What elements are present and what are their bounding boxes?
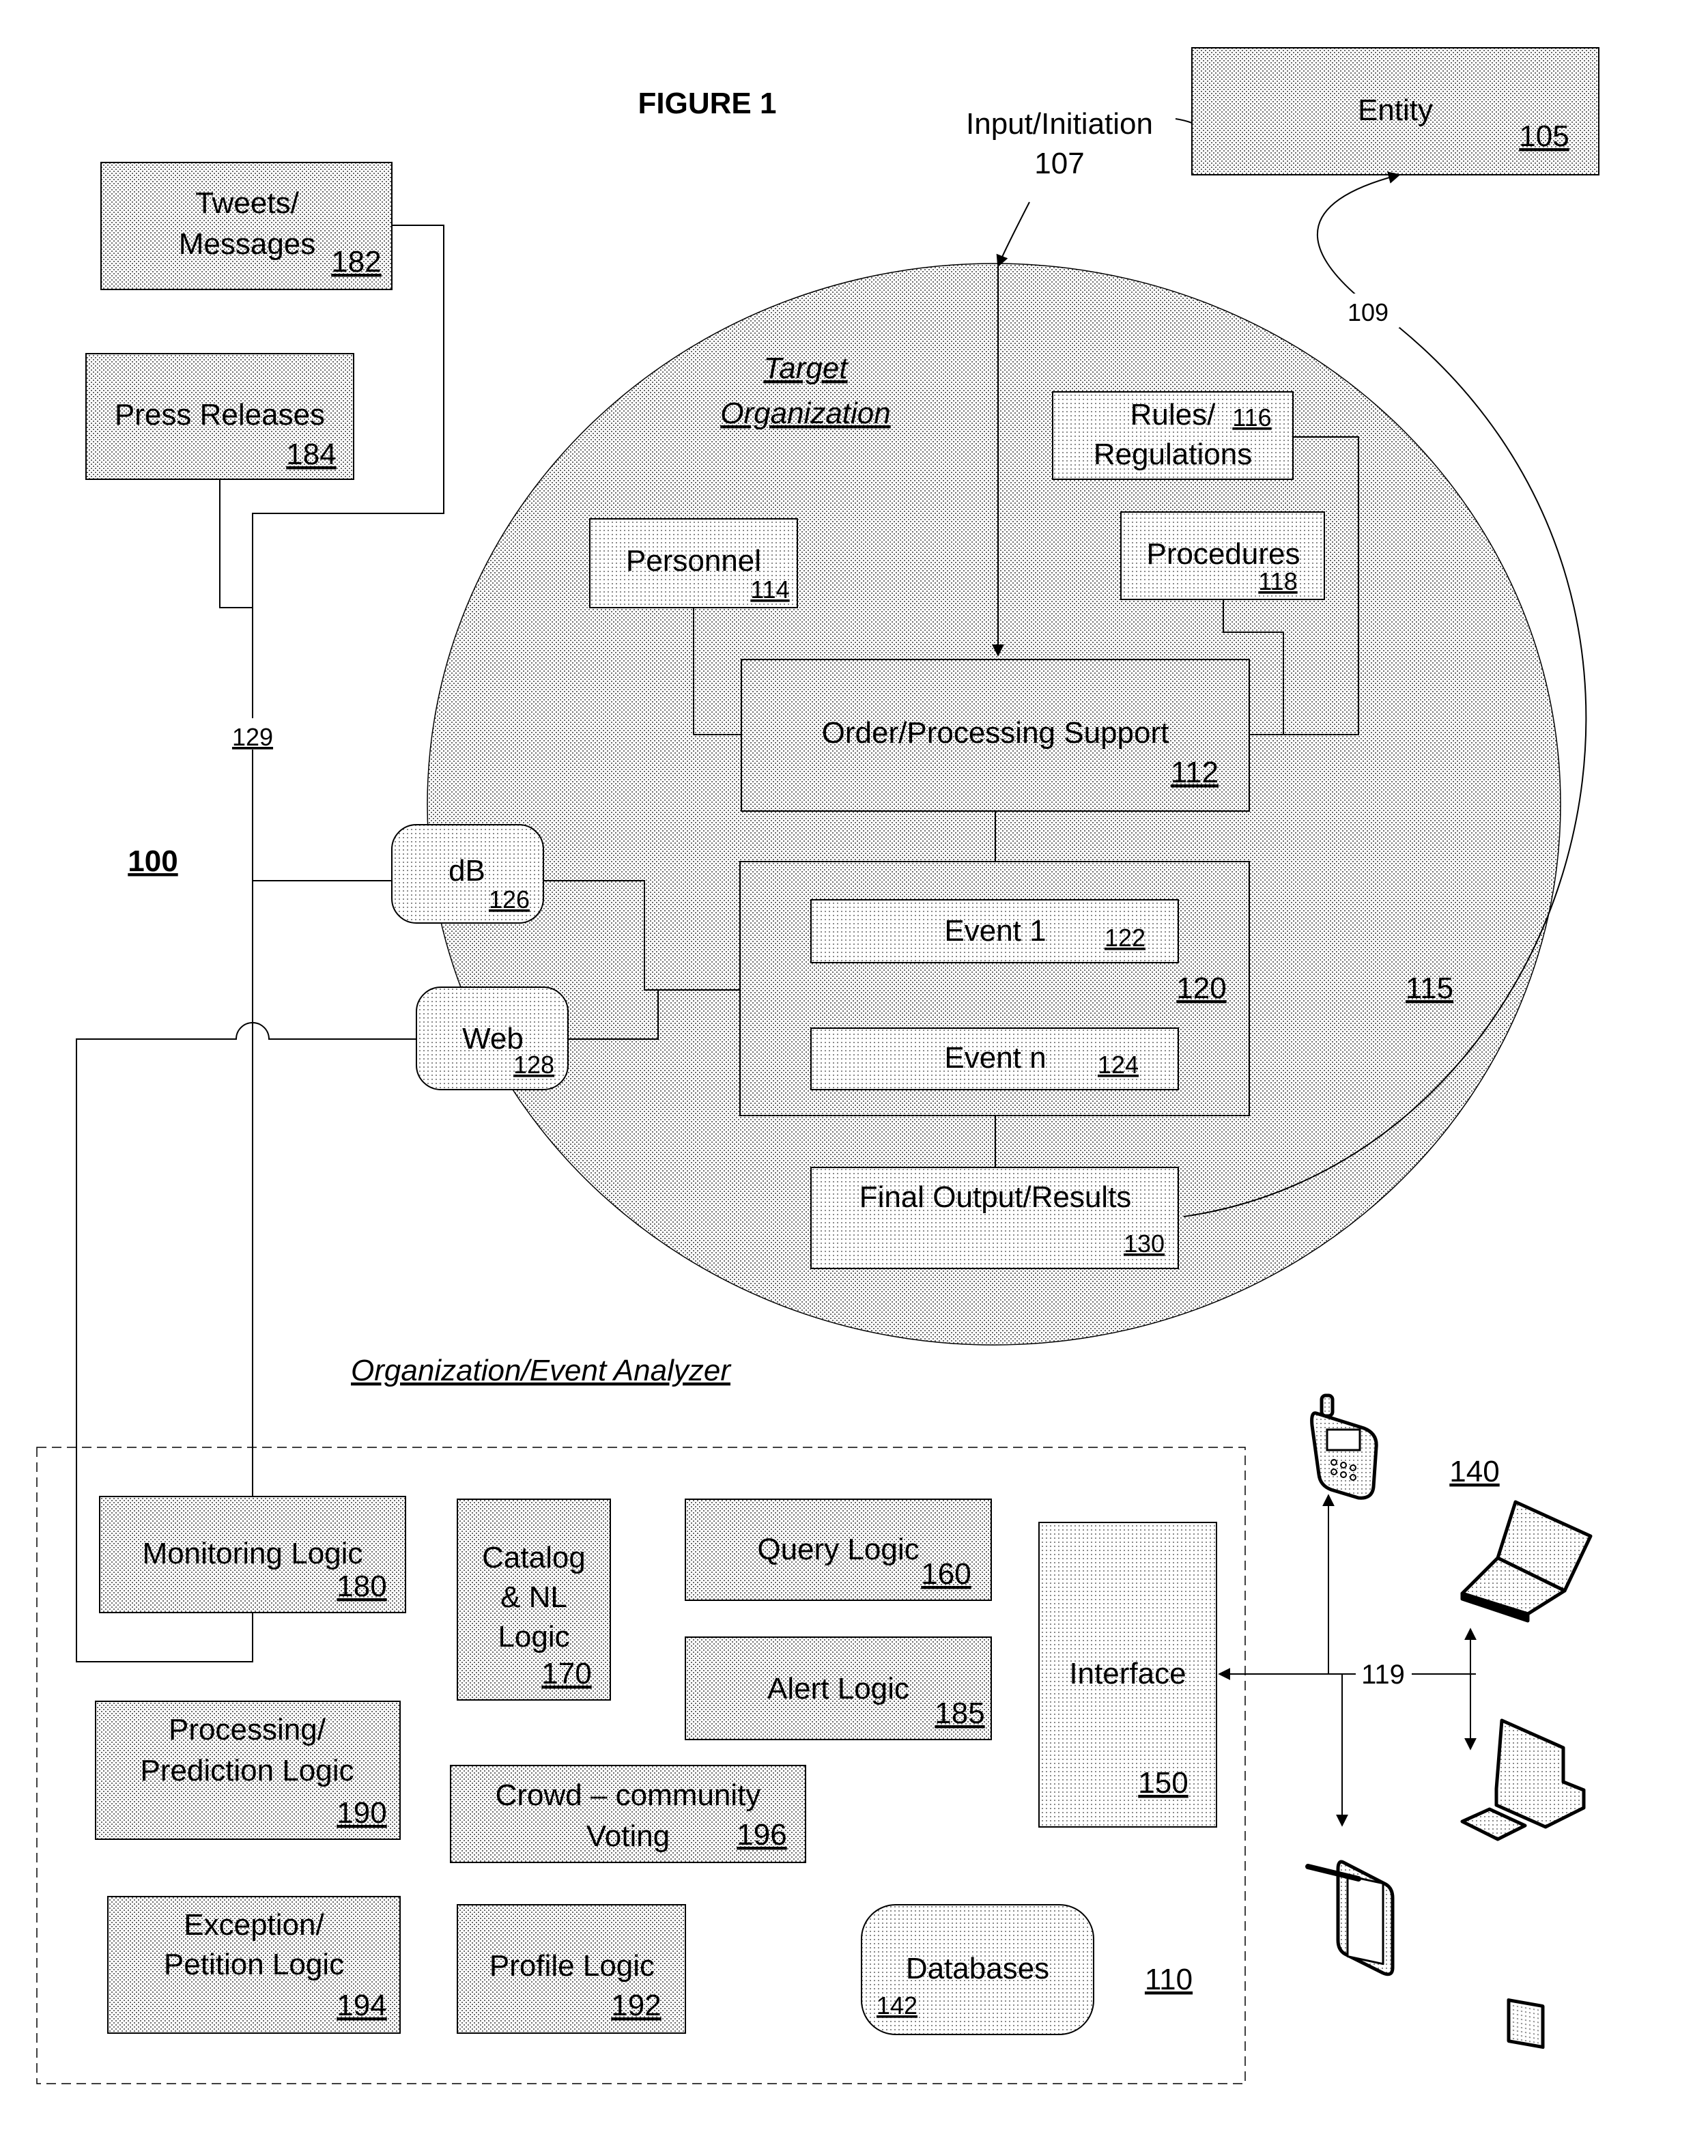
exception-petition-box[interactable]: Exception/ Petition Logic 194 — [107, 1896, 401, 2034]
press-connector — [219, 479, 253, 608]
databases-ref: 142 — [877, 1991, 917, 2019]
catalog-nl-logic-box[interactable]: Catalog & NL Logic 170 — [457, 1499, 611, 1701]
analyzer-ref: 110 — [1145, 1963, 1193, 1996]
system-ref-100: 100 — [128, 845, 177, 878]
processing-prediction-box[interactable]: Processing/ Prediction Logic 190 — [95, 1701, 401, 1840]
analyzer-title: Organization/Event Analyzer — [351, 1354, 732, 1387]
processing-line-1: Processing/ — [169, 1713, 326, 1746]
laptop-icon[interactable] — [1460, 1500, 1593, 1623]
target-org-title-1: Target — [763, 352, 849, 385]
patent-figure: FIGURE 1 Entity 105 Input/Initiation 107… — [36, 47, 1599, 2084]
entity-box[interactable]: Entity 105 — [1191, 47, 1599, 175]
figure-title: FIGURE 1 — [638, 87, 777, 120]
tweets-messages-box[interactable]: Tweets/ Messages 182 — [100, 162, 393, 290]
entity-ref: 105 — [1519, 119, 1569, 153]
feedback-ref: 109 — [1348, 298, 1389, 326]
web-box[interactable]: Web 128 — [416, 987, 569, 1090]
event-n-label: Event n — [944, 1041, 1046, 1075]
crowd-line-1: Crowd – community — [496, 1778, 761, 1812]
catalog-ref: 170 — [541, 1657, 591, 1690]
input-initiation-label: Input/Initiation — [966, 107, 1153, 141]
bus-ref-129: 129 — [232, 723, 273, 751]
network-ref-119: 119 — [1361, 1660, 1405, 1690]
monitoring-label: Monitoring Logic — [143, 1537, 363, 1570]
tablet-icon[interactable] — [1305, 1860, 1395, 1976]
rules-regulations-box[interactable]: Rules/ 116 Regulations — [1052, 391, 1294, 480]
catalog-line-3: Logic — [498, 1620, 569, 1654]
event-1-box[interactable]: Event 1 122 — [810, 899, 1179, 963]
tweets-label-1: Tweets/ — [195, 186, 299, 220]
databases-box[interactable]: Databases 142 — [861, 1904, 1094, 2035]
alert-ref: 185 — [935, 1697, 984, 1730]
rules-label-1: Rules/ — [1130, 398, 1216, 431]
final-output-box[interactable]: Final Output/Results 130 — [810, 1167, 1179, 1269]
interface-box[interactable]: Interface 150 — [1038, 1522, 1217, 1828]
order-processing-ref: 112 — [1171, 756, 1219, 789]
profile-ref: 192 — [611, 1989, 661, 2022]
catalog-line-2: & NL — [500, 1580, 567, 1614]
event-1-ref: 122 — [1105, 924, 1145, 952]
event-n-box[interactable]: Event n 124 — [810, 1027, 1179, 1090]
press-releases-box[interactable]: Press Releases 184 — [85, 353, 354, 480]
press-label: Press Releases — [115, 398, 325, 431]
rules-ref: 116 — [1232, 403, 1271, 431]
db-box[interactable]: dB 126 — [391, 824, 544, 924]
final-output-label: Final Output/Results — [859, 1180, 1132, 1214]
db-ref: 126 — [489, 885, 530, 913]
monitoring-ref: 180 — [337, 1570, 386, 1603]
event-1-label: Event 1 — [944, 914, 1046, 948]
alert-logic-box[interactable]: Alert Logic 185 — [685, 1636, 992, 1740]
query-ref: 160 — [921, 1557, 971, 1591]
procedures-label: Procedures — [1146, 537, 1300, 571]
catalog-line-1: Catalog — [482, 1541, 586, 1574]
final-output-ref: 130 — [1124, 1230, 1165, 1258]
input-arrow — [996, 201, 1030, 268]
input-initiation-ref: 107 — [1034, 147, 1084, 180]
tweets-label-2: Messages — [179, 227, 316, 261]
tweets-ref: 182 — [331, 245, 381, 279]
press-ref: 184 — [286, 438, 336, 471]
devices-ref-140: 140 — [1449, 1455, 1499, 1488]
order-processing-label: Order/Processing Support — [822, 716, 1169, 750]
personnel-ref: 114 — [750, 576, 789, 604]
crowd-ref: 196 — [737, 1818, 786, 1852]
interface-label: Interface — [1069, 1657, 1186, 1690]
rules-label-2: Regulations — [1094, 438, 1252, 471]
exception-line-1: Exception/ — [184, 1908, 324, 1942]
events-group-ref: 120 — [1176, 971, 1226, 1005]
procedures-box[interactable]: Procedures 118 — [1120, 511, 1325, 600]
mobile-phone-icon[interactable] — [1310, 1393, 1378, 1500]
query-logic-box[interactable]: Query Logic 160 — [685, 1499, 992, 1601]
profile-logic-box[interactable]: Profile Logic 192 — [457, 1904, 686, 2034]
databases-label: Databases — [906, 1952, 1049, 1985]
procedures-ref: 118 — [1258, 567, 1297, 595]
crowd-voting-box[interactable]: Crowd – community Voting 196 — [450, 1765, 806, 1863]
exception-ref: 194 — [337, 1989, 386, 2022]
order-processing-box[interactable]: Order/Processing Support 112 — [741, 659, 1250, 812]
query-label: Query Logic — [757, 1533, 919, 1566]
personnel-label: Personnel — [626, 544, 761, 578]
crowd-line-2: Voting — [586, 1819, 670, 1853]
web-ref: 128 — [513, 1051, 554, 1079]
interface-ref: 150 — [1138, 1766, 1188, 1800]
entity-label: Entity — [1358, 94, 1433, 127]
event-n-ref: 124 — [1098, 1051, 1139, 1079]
target-org-title-2: Organization — [720, 397, 890, 430]
processing-ref: 190 — [337, 1796, 386, 1830]
alert-label: Alert Logic — [767, 1672, 909, 1705]
processing-line-2: Prediction Logic — [140, 1754, 354, 1787]
input-leader-line — [1175, 118, 1193, 124]
personnel-box[interactable]: Personnel 114 — [589, 518, 798, 608]
exception-line-2: Petition Logic — [164, 1948, 344, 1981]
desktop-computer-icon[interactable] — [1460, 1718, 1586, 2049]
target-org-ref: 115 — [1406, 971, 1453, 1005]
monitoring-logic-box[interactable]: Monitoring Logic 180 — [99, 1496, 406, 1613]
db-label: dB — [449, 854, 485, 888]
profile-label: Profile Logic — [489, 1949, 655, 1983]
